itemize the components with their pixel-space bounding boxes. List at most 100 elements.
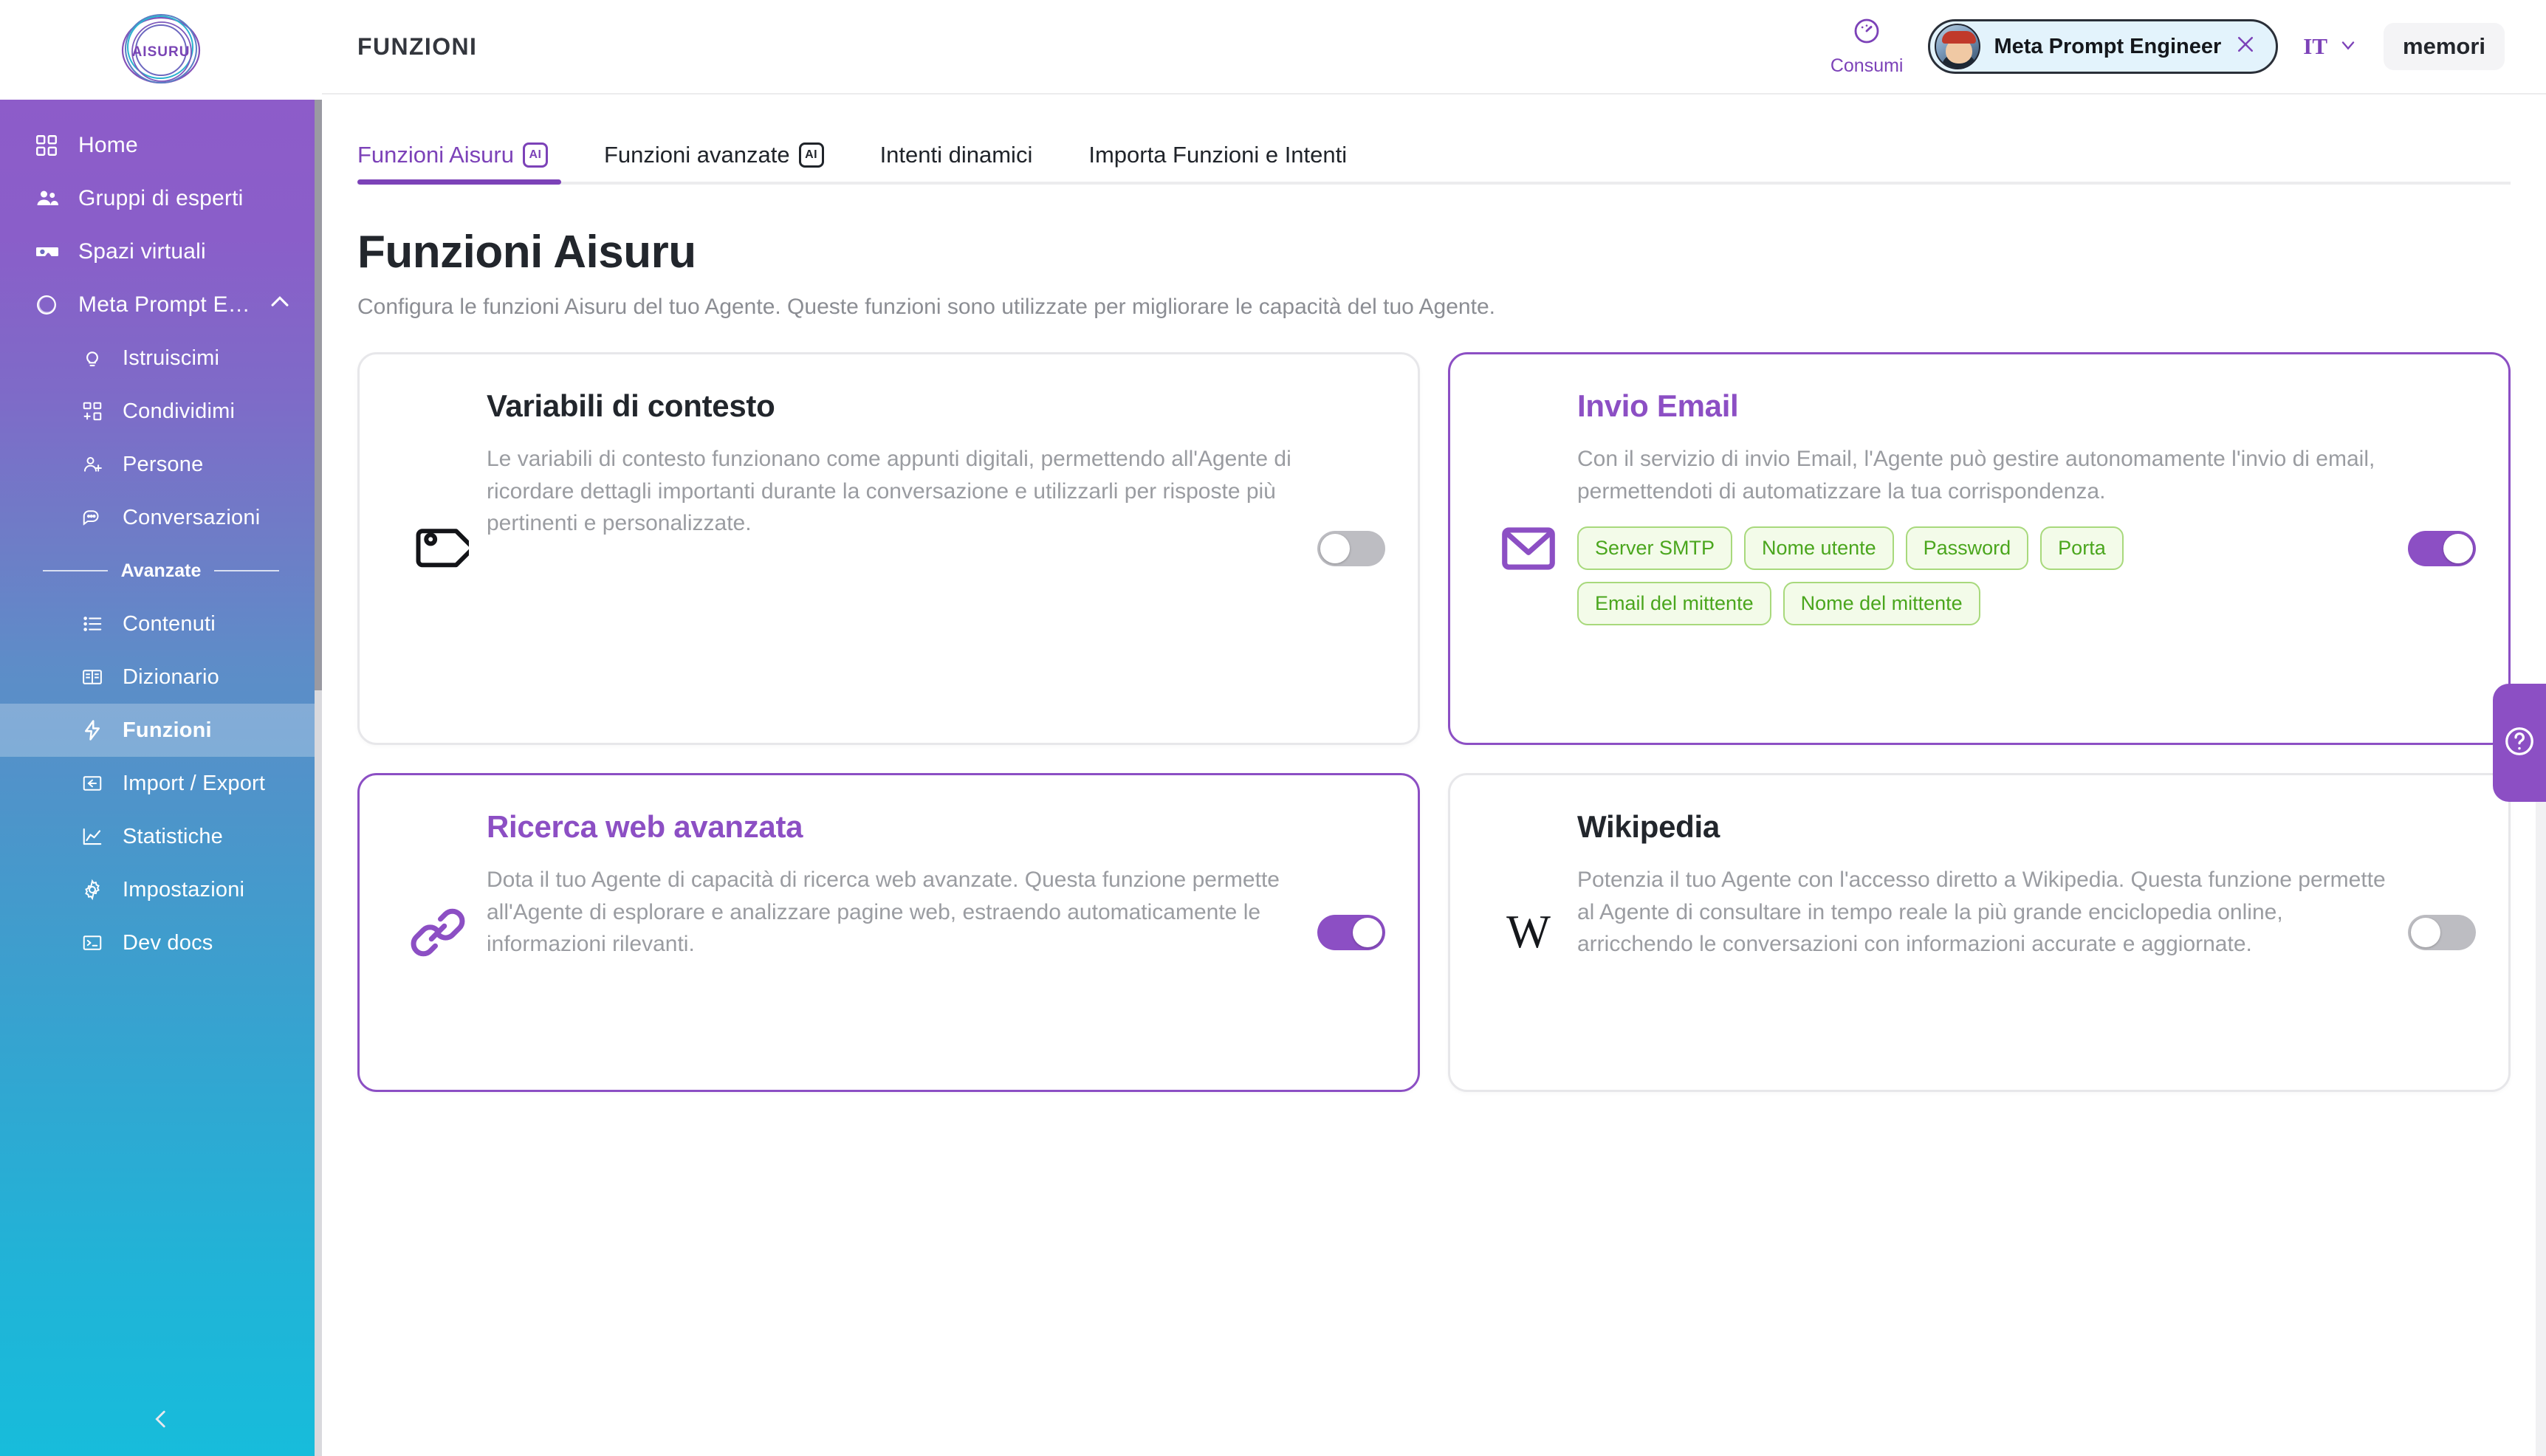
memori-badge[interactable]: memori [2384, 23, 2505, 70]
sidebar-item-spazi-virtuali[interactable]: Spazi virtuali [0, 225, 322, 278]
chevron-up-icon[interactable] [267, 289, 292, 320]
sidebar-item-dizionario[interactable]: Dizionario [0, 650, 322, 704]
tab-label: Importa Funzioni e Intenti [1088, 142, 1348, 168]
card-toggle-wrap [1308, 915, 1385, 950]
sidebar-item-label: Meta Prompt E… [78, 292, 250, 317]
share-grid-icon [81, 400, 108, 422]
card-variabili-di-contesto[interactable]: Variabili di contesto Le variabili di co… [357, 352, 1420, 745]
toggle-invio-email[interactable] [2408, 531, 2476, 566]
consumi-label: Consumi [1830, 55, 1904, 76]
consumi-button[interactable]: Consumi [1830, 16, 1904, 77]
sidebar: AISURU Home Gruppi di esperti Spazi virt… [0, 0, 322, 1456]
card-title: Invio Email [1577, 388, 1739, 423]
chart-line-icon [81, 825, 108, 848]
close-icon[interactable] [2234, 33, 2257, 60]
help-button[interactable] [2493, 684, 2546, 802]
sidebar-item-gruppi-di-esperti[interactable]: Gruppi di esperti [0, 172, 322, 225]
sidebar-item-label: Condividimi [123, 399, 236, 423]
toggle-variabili-di-contesto[interactable] [1317, 531, 1385, 566]
sidebar-item-import-export[interactable]: Import / Export [0, 757, 322, 810]
gear-icon [81, 879, 108, 901]
gauge-icon [1852, 16, 1881, 51]
toggle-wikipedia[interactable] [2408, 915, 2476, 950]
card-description: Con il servizio di invio Email, l'Agente… [1577, 447, 2375, 504]
sidebar-item-statistiche[interactable]: Statistiche [0, 810, 322, 863]
sidebar-item-label: Import / Export [123, 771, 266, 795]
chevron-left-icon [148, 1407, 174, 1435]
card-title: Ricerca web avanzata [487, 809, 803, 844]
separator-line-right [214, 570, 279, 571]
sidebar-item-contenuti[interactable]: Contenuti [0, 597, 322, 650]
import-export-icon [81, 772, 108, 794]
page-title: Funzioni Aisuru [357, 227, 696, 278]
svg-text:AISURU: AISURU [132, 44, 191, 60]
chip-porta[interactable]: Porta [2040, 526, 2124, 570]
toggle-ricerca-web-avanzata[interactable] [1317, 915, 1385, 950]
sidebar-item-istruiscimi[interactable]: Istruiscimi [0, 332, 322, 385]
sidebar-item-meta-prompt-engineer[interactable]: Meta Prompt E… [0, 278, 322, 332]
list-icon [81, 613, 108, 635]
card-invio-email[interactable]: Invio Email Con il servizio di invio Ema… [1448, 352, 2511, 745]
brand-logo[interactable]: AISURU [0, 0, 322, 100]
card-wikipedia[interactable]: W Wikipedia Potenzia il tuo Agente con l… [1448, 773, 2511, 1092]
chip-server-smtp[interactable]: Server SMTP [1577, 526, 1733, 570]
language-selector[interactable]: IT [2303, 33, 2358, 60]
question-mark-icon [2502, 724, 2536, 762]
card-description: Le variabili di contesto funzionano come… [487, 447, 1291, 535]
sidebar-item-condividimi[interactable]: Condividimi [0, 385, 322, 438]
chip-email-del-mittente[interactable]: Email del mittente [1577, 582, 1771, 625]
agent-name: Meta Prompt Engineer [1994, 34, 2222, 58]
sidebar-item-persone[interactable]: Persone [0, 438, 322, 491]
separator-label: Avanzate [120, 560, 202, 581]
chat-bubble-icon [81, 506, 108, 529]
sidebar-item-label: Spazi virtuali [78, 239, 206, 264]
card-title: Wikipedia [1577, 809, 1720, 844]
page-header: Funzioni Aisuru Configura le funzioni Ai… [322, 185, 2546, 320]
chip-password[interactable]: Password [1905, 526, 2029, 570]
chip-nome-utente[interactable]: Nome utente [1744, 526, 1894, 570]
card-toggle-wrap [1308, 531, 1385, 566]
page-scrollbar[interactable] [2536, 802, 2546, 1456]
topbar: FUNZIONI Consumi Meta Prompt Engineer IT… [322, 0, 2546, 95]
sidebar-scrollbar[interactable] [315, 100, 322, 1456]
sidebar-item-label: Contenuti [123, 611, 216, 636]
sidebar-scrollbar-thumb[interactable] [315, 100, 322, 690]
sidebar-item-dev-docs[interactable]: Dev docs [0, 916, 322, 969]
sidebar-item-label: Impostazioni [123, 877, 245, 902]
tab-label: Funzioni Aisuru [357, 142, 514, 168]
tab-label: Funzioni avanzate [603, 142, 790, 168]
sidebar-item-label: Persone [123, 452, 204, 476]
card-description: Dota il tuo Agente di capacità di ricerc… [487, 868, 1280, 956]
chip-nome-del-mittente[interactable]: Nome del mittente [1782, 582, 1980, 625]
sidebar-item-label: Home [78, 133, 138, 157]
link-chain-icon [389, 902, 487, 964]
card-description: Potenzia il tuo Agente con l'accesso dir… [1577, 868, 2386, 956]
main-content: FUNZIONI Consumi Meta Prompt Engineer IT… [322, 0, 2546, 1456]
sidebar-item-home[interactable]: Home [0, 119, 322, 172]
tab-importa-funzioni-e-intenti[interactable]: Importa Funzioni e Intenti [1075, 142, 1360, 185]
tab-funzioni-aisuru[interactable]: Funzioni Aisuru AI [357, 142, 561, 185]
sidebar-item-impostazioni[interactable]: Impostazioni [0, 863, 322, 916]
people-group-icon [34, 185, 64, 212]
breadcrumb: FUNZIONI [357, 32, 478, 60]
card-title: Variabili di contesto [487, 388, 775, 423]
tab-intenti-dinamici[interactable]: Intenti dinamici [867, 142, 1046, 185]
function-cards-grid: Variabili di contesto Le variabili di co… [322, 320, 2546, 1092]
page-subtitle: Configura le funzioni Aisuru del tuo Age… [357, 295, 1495, 319]
card-body: Wikipedia Potenzia il tuo Agente con l'a… [1577, 809, 2399, 961]
aisuru-logo-icon: AISURU [118, 12, 204, 89]
sidebar-nav: Home Gruppi di esperti Spazi virtuali Me… [0, 100, 322, 1456]
terminal-icon [81, 932, 108, 954]
card-ricerca-web-avanzata[interactable]: Ricerca web avanzata Dota il tuo Agente … [357, 773, 1420, 1092]
circle-sketch-icon [34, 292, 64, 317]
lightning-bolt-icon [81, 719, 108, 741]
tab-label: Intenti dinamici [879, 142, 1033, 168]
sidebar-item-funzioni[interactable]: Funzioni [0, 704, 322, 757]
sidebar-item-conversazioni[interactable]: Conversazioni [0, 491, 322, 544]
agent-selector-pill[interactable]: Meta Prompt Engineer [1928, 19, 2279, 74]
card-toggle-wrap [2399, 915, 2476, 950]
tab-funzioni-avanzate[interactable]: Funzioni avanzate AI [591, 142, 837, 185]
card-body: Invio Email Con il servizio di invio Ema… [1577, 388, 2399, 625]
separator-line-left [43, 570, 108, 571]
sidebar-collapse-button[interactable] [0, 1385, 322, 1456]
